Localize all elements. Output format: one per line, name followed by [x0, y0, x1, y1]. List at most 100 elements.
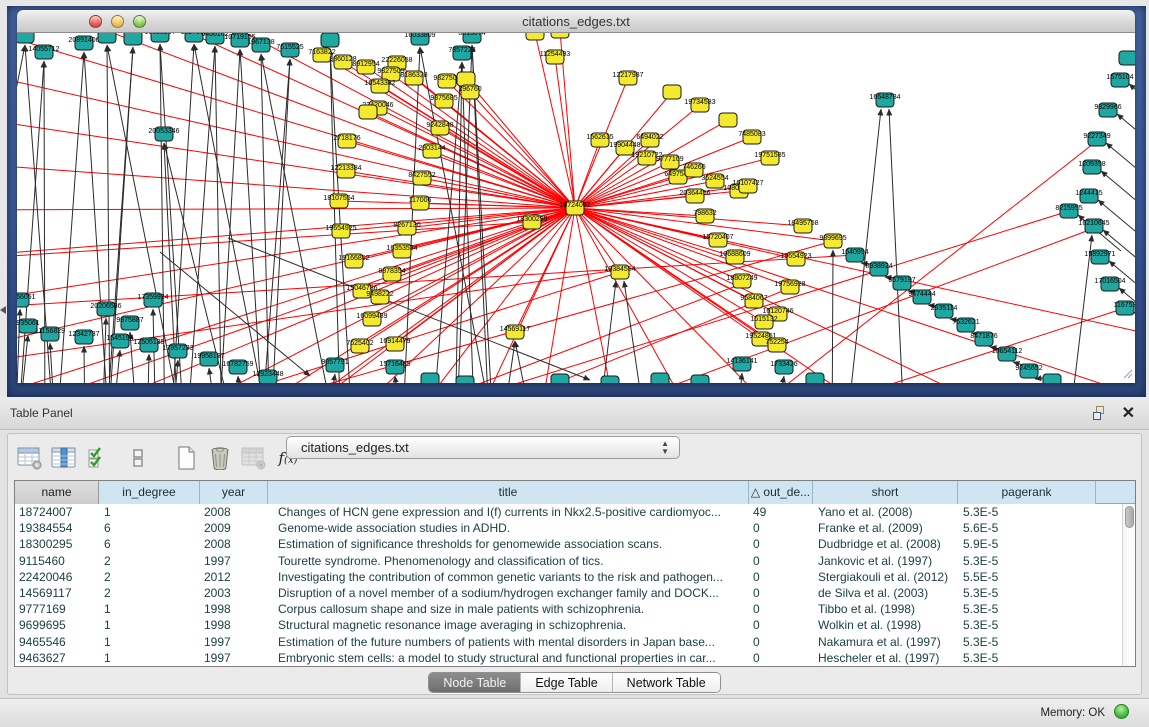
network-node[interactable]: 7485083 — [738, 130, 765, 144]
network-canvas[interactable]: 1405571220891406106532871527602646616210… — [17, 33, 1135, 383]
column-select-button[interactable] — [84, 445, 112, 471]
network-node[interactable]: 20053346 — [148, 127, 179, 141]
network-node[interactable]: 11156829 — [35, 327, 65, 341]
table-row[interactable]: 1830029562008Estimation of significance … — [15, 536, 1135, 552]
network-node[interactable] — [124, 33, 142, 45]
table-mode-button[interactable] — [16, 445, 44, 471]
tab-edge-table[interactable]: Edge Table — [521, 673, 612, 692]
network-node[interactable]: 17016504 — [1094, 277, 1125, 291]
network-node[interactable]: 12923448 — [252, 370, 283, 383]
network-node[interactable] — [551, 374, 569, 383]
network-node[interactable] — [601, 376, 619, 383]
network-node[interactable]: 18495758 — [787, 219, 818, 233]
table-row[interactable]: 2242004622012Investigating the contribut… — [15, 569, 1135, 585]
network-node[interactable]: 8938924 — [865, 262, 892, 276]
network-node[interactable]: 8471876 — [970, 332, 997, 346]
network-node[interactable] — [526, 33, 544, 40]
panel-divider-handle-icon[interactable] — [0, 306, 6, 314]
column-header-short[interactable]: short — [813, 481, 958, 504]
network-node[interactable]: 16353534 — [386, 244, 417, 258]
network-node[interactable] — [456, 376, 474, 383]
table-selector-dropdown[interactable]: citations_edges.txt ▲▼ — [286, 436, 680, 459]
network-node[interactable]: 9474444 — [908, 290, 935, 304]
network-node[interactable]: 16543382 — [364, 79, 395, 93]
table-row[interactable]: 1938455462009Genome-wide association stu… — [15, 520, 1135, 536]
column-header-in_degree[interactable]: in_degree — [99, 481, 200, 504]
network-node[interactable]: 1967138 — [247, 38, 274, 52]
network-node[interactable] — [421, 373, 439, 383]
table-row[interactable]: 946554611997Estimation of the future num… — [15, 634, 1135, 650]
network-node[interactable]: 2718176 — [333, 134, 360, 148]
vertical-scrollbar[interactable] — [1122, 504, 1135, 667]
network-node[interactable]: 20891406 — [68, 36, 99, 50]
network-node[interactable]: 1545194 — [106, 334, 133, 348]
network-node[interactable]: 19958107 — [193, 352, 224, 366]
network-node[interactable]: 9242848 — [426, 121, 453, 135]
network-window-titlebar[interactable]: citations_edges.txt — [17, 10, 1135, 33]
network-node[interactable] — [321, 33, 339, 47]
network-nodes[interactable]: 1405571220891406106532871527602646616210… — [17, 33, 1135, 383]
resize-grip-icon[interactable] — [1124, 370, 1132, 378]
column-header-year[interactable]: year — [200, 481, 268, 504]
network-node[interactable]: 10654112 — [992, 347, 1023, 361]
delete-table-button[interactable] — [240, 445, 268, 471]
network-node[interactable] — [651, 373, 669, 383]
network-node[interactable]: 8912954 — [352, 60, 379, 74]
table-row[interactable]: 1872400712008Changes of HCN gene express… — [15, 504, 1135, 520]
citation-network-graph[interactable]: 1405571220891406106532871527602646616210… — [17, 33, 1135, 383]
network-node[interactable]: 8813074 — [458, 33, 485, 43]
network-node[interactable] — [98, 33, 116, 43]
network-node[interactable]: 19734583 — [684, 98, 715, 112]
network-node[interactable]: 14136141 — [726, 357, 757, 371]
network-node[interactable]: 9899695 — [819, 234, 846, 248]
network-node[interactable]: 7632621 — [952, 318, 979, 332]
network-node[interactable] — [359, 105, 377, 119]
tab-node-table[interactable]: Node Table — [429, 673, 521, 692]
network-node[interactable] — [457, 72, 475, 86]
network-node[interactable]: 16033809 — [404, 33, 435, 45]
column-header-pagerank[interactable]: pagerank — [958, 481, 1096, 504]
network-node[interactable]: 16099489 — [356, 312, 387, 326]
network-node[interactable]: 752254 — [765, 338, 788, 352]
network-node[interactable]: 19654923 — [780, 252, 811, 266]
network-node[interactable] — [663, 85, 681, 99]
network-node[interactable] — [17, 33, 34, 43]
network-node[interactable]: 296760 — [458, 85, 481, 99]
table-row[interactable]: 977716911998Corpus callosum shape and si… — [15, 601, 1135, 617]
network-node[interactable]: 19166852 — [338, 254, 369, 268]
network-node[interactable]: 116753 — [1114, 301, 1135, 315]
network-node[interactable]: 12217987 — [612, 71, 643, 85]
table-row[interactable]: 911546021997Tourette syndrome. Phenomeno… — [15, 553, 1135, 569]
network-node[interactable]: 19654925 — [325, 224, 356, 238]
network-node[interactable]: 18107554 — [323, 194, 354, 208]
network-node[interactable]: 14055712 — [28, 45, 59, 59]
network-node[interactable]: 7615525 — [276, 43, 303, 57]
close-panel-icon[interactable]: ✕ — [1122, 403, 1135, 423]
table-row[interactable]: 969969511998Structural magnetic resonanc… — [15, 617, 1135, 633]
network-node[interactable]: 18807249 — [726, 274, 757, 288]
network-node[interactable]: 2803144 — [418, 144, 445, 158]
network-node[interactable]: 18300295 — [516, 215, 547, 229]
network-node[interactable]: 20364456 — [679, 189, 710, 203]
memory-status-icon[interactable] — [1114, 704, 1129, 719]
network-node[interactable]: 6679197 — [888, 276, 915, 290]
table-row[interactable]: 1456911722003Disruption of a novel membe… — [15, 585, 1135, 601]
create-column-button[interactable] — [172, 445, 200, 471]
column-header-out_degree[interactable]: △ out_de... — [749, 481, 813, 504]
column-header-title[interactable]: title — [268, 481, 749, 504]
network-node[interactable]: 16648784 — [869, 93, 900, 107]
tab-network-table[interactable]: Network Table — [613, 673, 720, 692]
network-node[interactable] — [1119, 51, 1135, 65]
network-node[interactable]: 11254493 — [540, 50, 571, 64]
network-node[interactable]: 15720407 — [702, 233, 733, 247]
network-node[interactable]: 14569117 — [500, 325, 531, 339]
network-node[interactable]: 1733426 — [770, 360, 797, 374]
network-node[interactable]: 117006 — [409, 196, 432, 210]
network-node[interactable]: 10653287 — [144, 33, 175, 42]
network-node[interactable]: 19751585 — [754, 151, 785, 165]
network-node[interactable]: 15716485 — [379, 360, 410, 374]
network-node[interactable]: 2935114 — [931, 304, 958, 318]
network-node[interactable]: 12342737 — [68, 330, 99, 344]
network-node[interactable]: 8427552 — [408, 171, 435, 185]
network-node[interactable]: 9857791 — [321, 358, 348, 372]
